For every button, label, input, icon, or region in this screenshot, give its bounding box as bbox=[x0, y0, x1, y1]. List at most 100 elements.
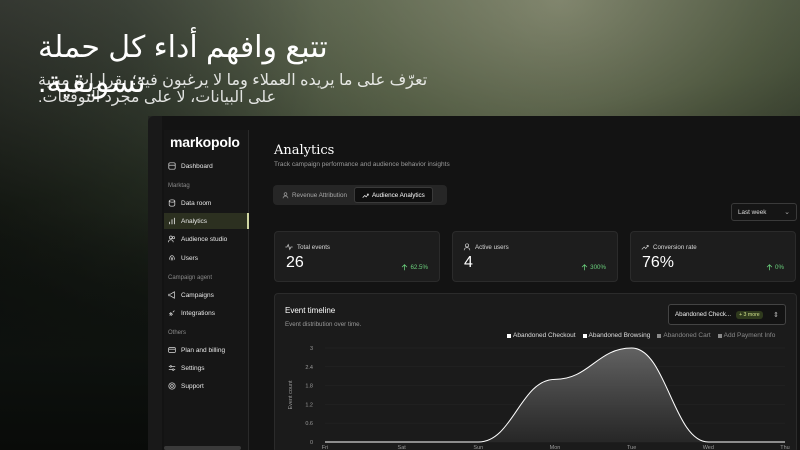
y-tick-label: 0.6 bbox=[305, 421, 313, 427]
sidebar-item-integrations[interactable]: Integrations bbox=[164, 305, 249, 321]
tab-audience-analytics[interactable]: Audience Analytics bbox=[353, 187, 433, 203]
x-tick-label: Fri bbox=[322, 445, 328, 450]
metric-value: 4 bbox=[464, 254, 473, 271]
x-tick-label: Sat bbox=[398, 445, 407, 450]
hero-subtitle: تعرّف على ما يريده العملاء وما لا يرغبون… bbox=[38, 72, 428, 106]
tab-label: Revenue Attribution bbox=[292, 191, 347, 199]
metric-label-text: Active users bbox=[475, 243, 509, 251]
sidebar-item-label: Data room bbox=[181, 199, 212, 207]
sidebar-scrollbar[interactable] bbox=[164, 446, 241, 450]
sidebar-item-audience-studio[interactable]: Audience studio bbox=[164, 231, 249, 247]
event-timeline-chart: 0 0.6 1.2 1.8 2.4 3 Event count Fri Sat Sun Mon Tue… bbox=[288, 346, 790, 450]
y-tick-label: 1.2 bbox=[305, 402, 313, 408]
legend-swatch bbox=[507, 333, 511, 338]
fingerprint-icon bbox=[169, 255, 175, 261]
metric-label-text: Total events bbox=[297, 243, 331, 251]
event-type-select[interactable]: Abandoned Check... + 3 more ⇕ bbox=[668, 304, 786, 325]
trend-icon bbox=[362, 193, 369, 198]
more-badge: + 3 more bbox=[736, 310, 763, 319]
sidebar-item-label: Settings bbox=[181, 364, 205, 372]
analytics-tabs: Revenue Attribution Audience Analytics bbox=[273, 185, 447, 205]
y-tick-label: 3 bbox=[310, 346, 313, 352]
x-tick-label: Thu bbox=[780, 445, 789, 450]
metric-delta: 62.5% bbox=[401, 264, 428, 271]
sidebar-item-label: Dashboard bbox=[181, 162, 213, 170]
y-tick-label: 1.8 bbox=[305, 384, 313, 390]
sidebar-item-label: Plan and billing bbox=[181, 346, 226, 354]
tab-revenue-attribution[interactable]: Revenue Attribution bbox=[275, 187, 354, 203]
x-tick-label: Sun bbox=[473, 445, 483, 450]
chevron-down-icon: ⌄ bbox=[784, 209, 790, 216]
sidebar-item-support[interactable]: Support bbox=[164, 378, 249, 394]
lifebuoy-icon bbox=[168, 382, 176, 390]
timeline-title: Event timeline bbox=[285, 306, 336, 315]
arrow-up-icon bbox=[766, 264, 773, 271]
plug-icon bbox=[169, 310, 175, 316]
page-subtitle: Track campaign performance and audience … bbox=[274, 161, 450, 168]
period-select-value: Last week bbox=[738, 208, 767, 216]
page-title: Analytics bbox=[274, 143, 335, 158]
sidebar-item-label: Audience studio bbox=[181, 235, 228, 243]
metric-label: Active users bbox=[463, 243, 509, 251]
sidebar-item-dashboard[interactable]: Dashboard bbox=[164, 158, 249, 174]
timeline-subtitle: Event distribution over time. bbox=[285, 321, 362, 328]
megaphone-icon bbox=[168, 291, 175, 299]
x-tick-label: Tue bbox=[627, 445, 636, 450]
app-window-edge bbox=[148, 116, 162, 450]
person-icon bbox=[282, 191, 289, 198]
sidebar-group-campaign-agent: Campaign agent bbox=[168, 275, 213, 281]
event-type-select-value: Abandoned Check... bbox=[675, 311, 732, 318]
sidebar-item-label: Campaigns bbox=[181, 291, 214, 299]
database-icon bbox=[168, 199, 176, 207]
metric-delta: 300% bbox=[581, 264, 606, 271]
metric-delta-text: 0% bbox=[775, 264, 784, 271]
arrow-up-icon bbox=[581, 264, 588, 271]
sidebar-item-label: Support bbox=[181, 382, 204, 390]
sidebar-item-plan-and-billing[interactable]: Plan and billing bbox=[164, 342, 249, 358]
event-timeline-panel: Event timeline Event distribution over t… bbox=[274, 293, 797, 450]
legend-swatch bbox=[582, 333, 587, 338]
x-tick-label: Wed bbox=[703, 445, 714, 450]
user-icon bbox=[463, 243, 471, 251]
sidebar-item-users[interactable]: Users bbox=[164, 250, 249, 266]
metric-value: 76% bbox=[642, 254, 675, 271]
trend-up-icon bbox=[641, 245, 649, 250]
credit-card-icon bbox=[168, 347, 176, 353]
sidebar-item-settings[interactable]: Settings bbox=[164, 360, 249, 376]
sliders-icon bbox=[168, 365, 176, 371]
sidebar-item-label: Analytics bbox=[181, 217, 208, 225]
series-area-abandoned-checkout bbox=[325, 348, 785, 442]
sidebar-item-campaigns[interactable]: Campaigns bbox=[164, 287, 249, 303]
metric-label: Total events bbox=[285, 243, 330, 251]
metric-value: 26 bbox=[286, 254, 304, 271]
main-content: Analytics Track campaign performance and… bbox=[249, 130, 800, 450]
dashboard-icon bbox=[168, 162, 176, 170]
x-tick-label: Mon bbox=[550, 445, 561, 450]
logo[interactable]: markopolo bbox=[170, 134, 240, 150]
metric-card-conversion-rate: Conversion rate 76% 0% bbox=[630, 231, 796, 282]
sidebar-group-marktag: Marktag bbox=[168, 183, 190, 189]
metric-label-text: Conversion rate bbox=[653, 243, 697, 251]
period-select[interactable]: Last week ⌄ bbox=[731, 203, 797, 221]
y-axis-label: Event count bbox=[288, 380, 294, 410]
activity-icon bbox=[285, 243, 293, 251]
sidebar-item-label: Integrations bbox=[181, 309, 215, 317]
sidebar: markopolo Dashboard Marktag Data room An… bbox=[164, 130, 249, 450]
chevron-updown-icon: ⇕ bbox=[773, 311, 779, 319]
users-icon bbox=[168, 235, 176, 243]
legend-swatch bbox=[717, 333, 722, 338]
y-tick-label: 2.4 bbox=[305, 365, 313, 371]
tab-label: Audience Analytics bbox=[371, 191, 425, 199]
legend-swatch bbox=[657, 333, 662, 338]
arrow-up-icon bbox=[402, 264, 408, 271]
sidebar-group-others: Others bbox=[168, 330, 187, 336]
metric-delta: 0% bbox=[766, 264, 784, 271]
metric-delta-text: 62.5% bbox=[410, 264, 428, 271]
metric-card-active-users: Active users 4 300% bbox=[452, 231, 618, 282]
bar-chart-icon bbox=[169, 217, 175, 225]
sidebar-item-analytics[interactable]: Analytics bbox=[164, 213, 249, 229]
sidebar-item-data-room[interactable]: Data room bbox=[164, 195, 249, 211]
y-tick-label: 0 bbox=[310, 440, 313, 446]
metric-delta-text: 300% bbox=[590, 264, 606, 271]
metric-card-total-events: Total events 26 62.5% bbox=[274, 231, 440, 282]
